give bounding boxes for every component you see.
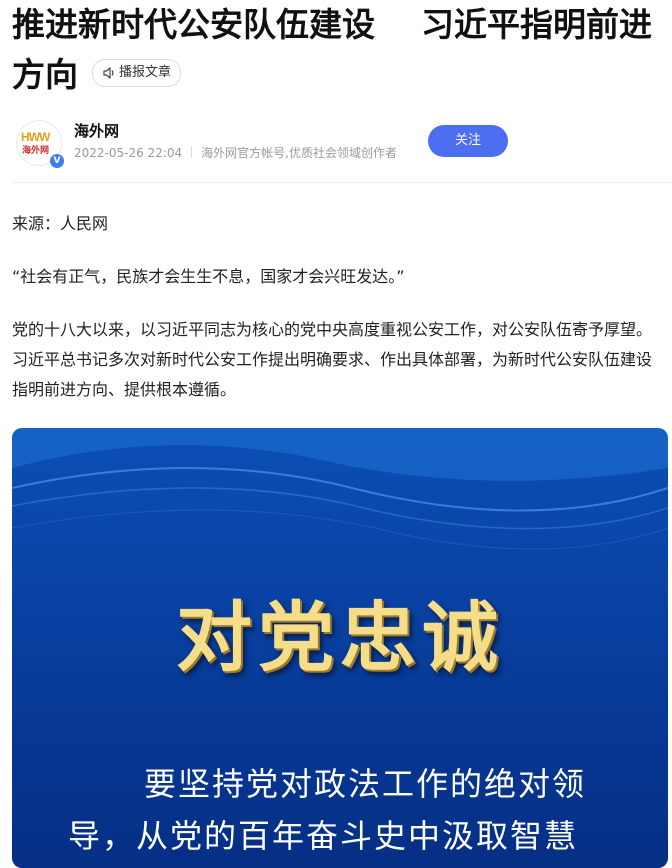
author-bar: HWW 海外网 V 海外网 2022-05-26 22:04 海外网官方帐号,优质… [12, 114, 660, 180]
author-meta: 2022-05-26 22:04 海外网官方帐号,优质社会领域创作者 [74, 144, 397, 161]
article-body-paragraph: 党的十八大以来，以习近平同志为核心的党中央高度重视公安工作，对公安队伍寄予厚望。… [12, 320, 653, 399]
article-source: 来源：人民网 [12, 214, 109, 233]
follow-button[interactable]: 关注 [428, 125, 508, 157]
header-divider [12, 182, 672, 183]
author-description: 海外网官方帐号,优质社会领域创作者 [201, 146, 397, 160]
avatar-logo-cn: 海外网 [22, 146, 50, 156]
listen-article-label: 播报文章 [119, 65, 172, 80]
article-quote: “社会有正气，民族才会生生不息，国家才会兴旺发达。” [12, 267, 405, 286]
article-banner-image: 对党忠诚 要坚持党对政法工作的绝对领导，从党的百年奋斗史中汲取智慧 [12, 428, 668, 868]
author-avatar[interactable]: HWW 海外网 V [16, 120, 65, 169]
author-name[interactable]: 海外网 [74, 120, 119, 141]
meta-divider [191, 146, 193, 158]
banner-headline: 对党忠诚 [176, 593, 504, 682]
article-title: 推进新时代公安队伍建设 习近平指明前进方向 播报文章 [12, 0, 672, 100]
publish-date: 2022-05-26 22:04 [74, 146, 183, 160]
banner-quote: 要坚持党对政法工作的绝对领导，从党的百年奋斗史中汲取智慧 [68, 765, 587, 855]
speaker-icon [103, 67, 114, 79]
article-title-part1: 推进新时代公安队伍建设 [12, 5, 375, 44]
listen-article-button[interactable]: 播报文章 [92, 59, 182, 87]
verified-badge-icon: V [49, 153, 65, 169]
avatar-logo-text: HWW [21, 130, 50, 144]
